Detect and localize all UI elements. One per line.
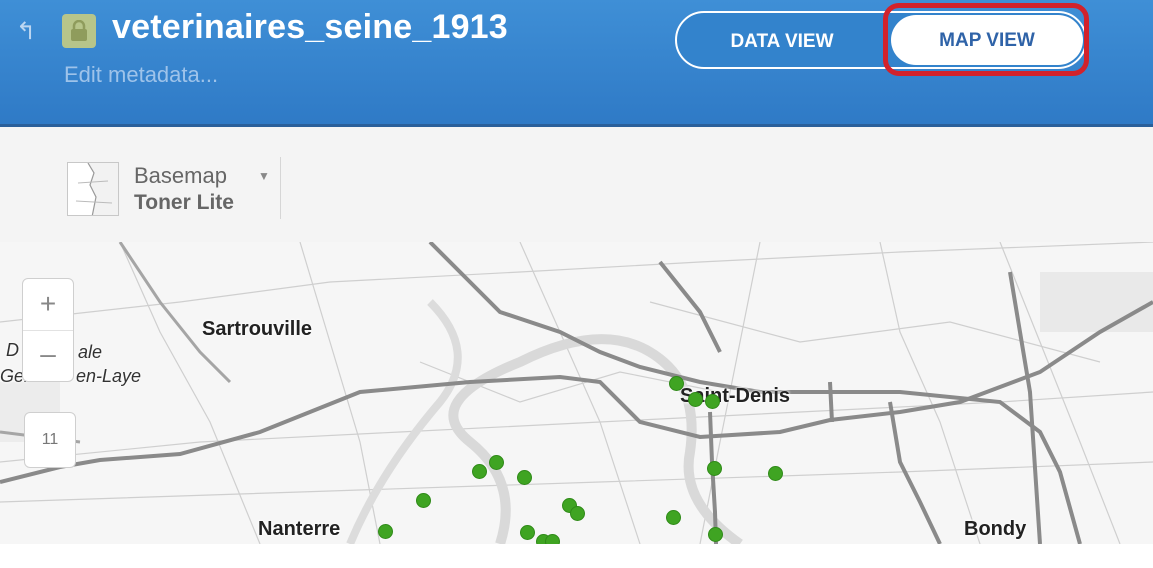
edit-metadata-link[interactable]: Edit metadata... [64,62,218,88]
basemap-roads [0,242,1153,544]
map-toolbar: Basemap Toner Lite ▼ [0,127,1153,243]
map-label-partial: D [6,340,19,360]
map-point[interactable] [570,506,585,521]
map-label-bondy: Bondy [964,518,1027,540]
map-label-partial: ale [78,342,103,362]
map-point[interactable] [545,534,560,544]
basemap-thumbnail[interactable] [67,162,119,216]
map-point[interactable] [416,493,431,508]
map-canvas[interactable]: D ale Ger en-Laye Sartrouville Saint-Den… [0,242,1153,544]
map-point[interactable] [708,527,723,542]
map-point[interactable] [707,461,722,476]
zoom-in-button[interactable]: + [23,279,73,331]
map-point[interactable] [472,464,487,479]
back-arrow-icon[interactable]: ↰ [16,18,42,44]
map-label-nanterre: Nanterre [258,518,341,540]
map-point[interactable] [489,455,504,470]
map-label-partial: en-Laye [76,366,142,386]
zoom-control: + – [22,278,74,382]
data-view-button[interactable]: DATA VIEW [677,13,887,67]
chevron-down-icon[interactable]: ▼ [258,169,270,183]
basemap-label[interactable]: Basemap [134,163,227,189]
toolbar-divider [280,157,281,219]
zoom-level-indicator: 11 [24,412,76,468]
map-point[interactable] [688,392,703,407]
map-point[interactable] [520,525,535,540]
map-point[interactable] [378,524,393,539]
map-point[interactable] [669,376,684,391]
map-point[interactable] [705,394,720,409]
map-point[interactable] [768,466,783,481]
map-view-highlight [883,3,1089,76]
basemap-value[interactable]: Toner Lite [134,191,234,215]
dataset-title[interactable]: veterinaires_seine_1913 [112,8,508,47]
bottom-margin [0,544,1153,568]
map-point[interactable] [517,470,532,485]
map-label-sartrouville: Sartrouville [202,318,313,340]
lock-icon[interactable] [62,14,96,48]
map-point[interactable] [666,510,681,525]
zoom-out-button[interactable]: – [23,331,73,381]
